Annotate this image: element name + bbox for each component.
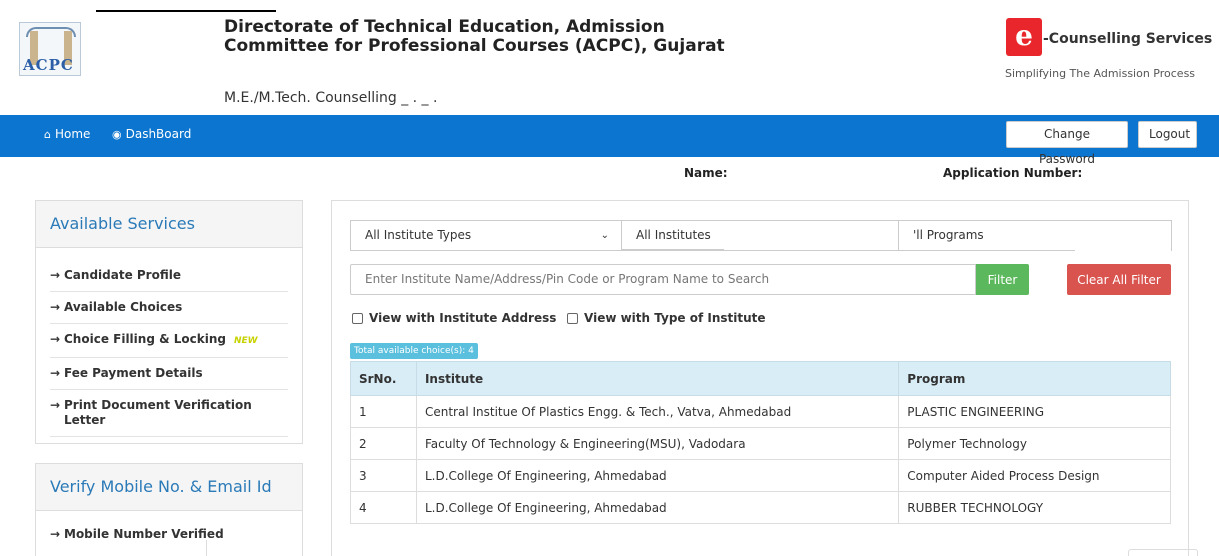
select-gap xyxy=(1075,248,1171,251)
programs-value: 'll Programs xyxy=(913,228,984,242)
table-row: 4 L.D.College Of Engineering, Ahmedabad … xyxy=(350,491,1171,524)
table-row: 2 Faculty Of Technology & Engineering(MS… xyxy=(350,427,1171,460)
search-input[interactable]: Enter Institute Name/Address/Pin Code or… xyxy=(350,264,976,295)
page-subtitle: M.E./M.Tech. Counselling _ . _ . xyxy=(224,90,438,106)
chevron-down-icon: ⌄ xyxy=(600,230,609,241)
nav-dashboard-label: DashBoard xyxy=(125,127,192,141)
table-row: 3 L.D.College Of Engineering, Ahmedabad … xyxy=(350,459,1171,492)
navbar: ⌂ Home ◉ DashBoard Change Password Logou… xyxy=(0,115,1219,166)
nav-dashboard-link[interactable]: ◉ DashBoard xyxy=(112,127,191,141)
program-cell: Computer Aided Process Design xyxy=(898,459,1171,492)
application-number-label: Application Number: xyxy=(943,166,1083,180)
view-type-label: View with Type of Institute xyxy=(584,311,766,325)
institutes-value: All Institutes xyxy=(636,228,711,242)
institutes-select[interactable]: All Institutes xyxy=(622,220,898,251)
program-cell: RUBBER TECHNOLOGY xyxy=(898,491,1171,524)
service-candidate-profile[interactable]: Candidate Profile xyxy=(50,260,288,292)
service-label: Candidate Profile xyxy=(64,268,181,282)
sr-cell: 1 xyxy=(350,395,417,428)
name-label: Name: xyxy=(684,166,728,180)
acpc-logo: ACPC xyxy=(19,22,81,76)
column-header: Program xyxy=(898,361,1171,396)
sr-cell: 2 xyxy=(350,427,417,460)
e-counselling-tagline: Simplifying The Admission Process xyxy=(1005,67,1196,80)
services-list: Candidate Profile Available Choices Choi… xyxy=(36,248,302,437)
institute-cell: Faculty Of Technology & Engineering(MSU)… xyxy=(415,427,900,460)
choices-table: SrNo. Institute Program 1 Central Instit… xyxy=(350,361,1171,524)
checkbox-box[interactable] xyxy=(567,312,578,324)
service-label: Choice Filling & Locking xyxy=(64,332,226,346)
table-header-row: SrNo. Institute Program xyxy=(350,361,1171,396)
available-services-heading: Available Services xyxy=(36,201,302,248)
institute-type-value: All Institute Types xyxy=(365,228,472,242)
choices-panel: All Institute Types ⌄ All Institutes 'll… xyxy=(331,200,1189,556)
mobile-verified-label: Mobile Number Verified xyxy=(64,527,224,541)
nav-home-link[interactable]: ⌂ Home xyxy=(44,127,90,141)
mobile-verified-item[interactable]: Mobile Number Verified xyxy=(50,511,288,541)
service-label: Print Document Verification Letter xyxy=(64,398,252,427)
column-header: SrNo. xyxy=(350,361,417,396)
column-header: Institute xyxy=(415,361,900,396)
partial-button[interactable] xyxy=(1128,549,1198,556)
service-label: Available Choices xyxy=(64,300,183,314)
service-available-choices[interactable]: Available Choices xyxy=(50,292,288,324)
institute-cell: Central Institue Of Plastics Engg. & Tec… xyxy=(415,395,900,428)
nav-home-label: Home xyxy=(54,127,91,141)
select-underline xyxy=(622,249,724,250)
verify-heading: Verify Mobile No. & Email Id xyxy=(36,464,302,511)
clear-all-filter-button[interactable]: Clear All Filter xyxy=(1067,264,1171,295)
home-icon: ⌂ xyxy=(44,127,51,141)
total-choices-badge: Total available choice(s): 4 xyxy=(350,343,478,359)
logout-button[interactable]: Logout xyxy=(1138,121,1197,148)
dashboard-icon: ◉ xyxy=(112,127,122,141)
divider xyxy=(206,540,207,556)
institute-cell: L.D.College Of Engineering, Ahmedabad xyxy=(415,491,900,524)
change-password-button[interactable]: Change Password xyxy=(1006,121,1128,166)
institute-type-select[interactable]: All Institute Types ⌄ xyxy=(350,220,622,251)
checkbox-box[interactable] xyxy=(352,312,363,324)
view-address-label: View with Institute Address xyxy=(369,311,557,325)
view-address-checkbox[interactable]: View with Institute Address xyxy=(352,311,556,325)
service-fee-payment[interactable]: Fee Payment Details xyxy=(50,358,288,390)
verify-panel: Verify Mobile No. & Email Id Mobile Numb… xyxy=(35,463,303,556)
e-counselling-title: -Counselling Services xyxy=(1043,31,1213,47)
view-type-checkbox[interactable]: View with Type of Institute xyxy=(567,311,766,325)
sr-cell: 3 xyxy=(350,459,417,492)
institute-cell: L.D.College Of Engineering, Ahmedabad xyxy=(415,459,900,492)
new-badge: NEW xyxy=(233,336,258,346)
program-cell: PLASTIC ENGINEERING xyxy=(898,395,1171,428)
header-rule xyxy=(96,10,276,12)
table-row: 1 Central Institue Of Plastics Engg. & T… xyxy=(350,395,1171,428)
program-cell: Polymer Technology xyxy=(898,427,1171,460)
programs-select[interactable]: 'll Programs xyxy=(898,220,1172,251)
service-print-verification[interactable]: Print Document Verification Letter xyxy=(50,390,288,437)
filter-button[interactable]: Filter xyxy=(976,264,1029,295)
available-services-panel: Available Services Candidate Profile Ava… xyxy=(35,200,303,444)
sr-cell: 4 xyxy=(350,491,417,524)
service-label: Fee Payment Details xyxy=(64,366,203,380)
logo-text: ACPC xyxy=(23,56,74,74)
service-choice-filling[interactable]: Choice Filling & Locking NEW xyxy=(50,324,288,358)
e-counselling-logo: e xyxy=(1006,18,1042,56)
page-title: Directorate of Technical Education, Admi… xyxy=(224,17,725,56)
